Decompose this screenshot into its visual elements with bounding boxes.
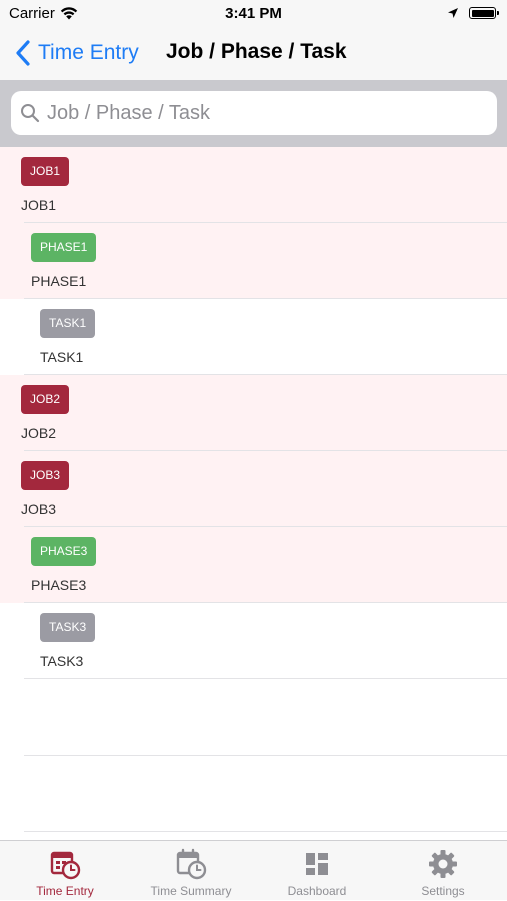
list-item-label: JOB1 (21, 197, 57, 213)
empty-row-divider (24, 755, 507, 756)
row-divider (24, 678, 507, 679)
list-item-label: PHASE1 (31, 273, 87, 289)
list-item-job2[interactable]: JOB2 JOB2 (0, 375, 507, 451)
list-item-task3[interactable]: TASK3 TASK3 (0, 603, 507, 679)
back-button[interactable]: Time Entry (14, 38, 139, 68)
task-badge: TASK3 (40, 613, 96, 642)
tab-label: Time Summary (150, 884, 232, 898)
list-item-label: TASK3 (40, 653, 84, 669)
chevron-left-icon (16, 40, 30, 66)
search-field[interactable] (11, 91, 497, 135)
status-bar: Carrier 3:41 PM (0, 0, 507, 28)
list-item-job1[interactable]: JOB1 JOB1 (0, 147, 507, 223)
phase-badge: PHASE1 (31, 233, 97, 262)
gear-icon (429, 850, 457, 878)
tab-settings[interactable]: Settings (380, 841, 506, 901)
job-badge: JOB2 (21, 385, 70, 414)
tab-time-summary[interactable]: Time Summary (128, 841, 254, 901)
tab-bar: Time Entry Time Summary Dashboard Settin… (0, 840, 507, 900)
tab-time-entry[interactable]: Time Entry (2, 841, 128, 901)
tab-label: Dashboard (287, 884, 347, 898)
calendar-clock-icon (176, 848, 207, 880)
list-item-label: PHASE3 (31, 577, 87, 593)
page-title: Job / Phase / Task (166, 40, 347, 63)
navigation-bar: Time Entry Job / Phase / Task (0, 28, 507, 80)
search-icon (21, 104, 40, 123)
search-bar-container (0, 80, 507, 147)
dashboard-grid-icon (306, 853, 328, 875)
empty-row-divider (24, 831, 507, 832)
tab-label: Settings (421, 884, 465, 898)
list-item-label: JOB3 (21, 501, 57, 517)
tab-dashboard[interactable]: Dashboard (254, 841, 380, 901)
calendar-clock-icon (50, 851, 81, 880)
list-item-label: TASK1 (40, 349, 84, 365)
list-item-phase3[interactable]: PHASE3 PHASE3 (0, 527, 507, 603)
job-badge: JOB1 (21, 157, 70, 186)
list-item-job3[interactable]: JOB3 JOB3 (0, 451, 507, 527)
list-item-label: JOB2 (21, 425, 57, 441)
list-item-phase1[interactable]: PHASE1 PHASE1 (0, 223, 507, 299)
phase-badge: PHASE3 (31, 537, 97, 566)
location-arrow-icon (447, 6, 459, 24)
status-time: 3:41 PM (225, 5, 282, 22)
back-button-label: Time Entry (38, 41, 139, 64)
job-phase-task-list: JOB1 JOB1 PHASE1 PHASE1 TASK1 TASK1 JOB2… (0, 147, 507, 840)
search-input[interactable] (47, 91, 487, 135)
tab-label: Time Entry (36, 884, 94, 898)
list-item-task1[interactable]: TASK1 TASK1 (0, 299, 507, 375)
job-badge: JOB3 (21, 461, 70, 490)
battery-icon (469, 7, 499, 19)
task-badge: TASK1 (40, 309, 96, 338)
